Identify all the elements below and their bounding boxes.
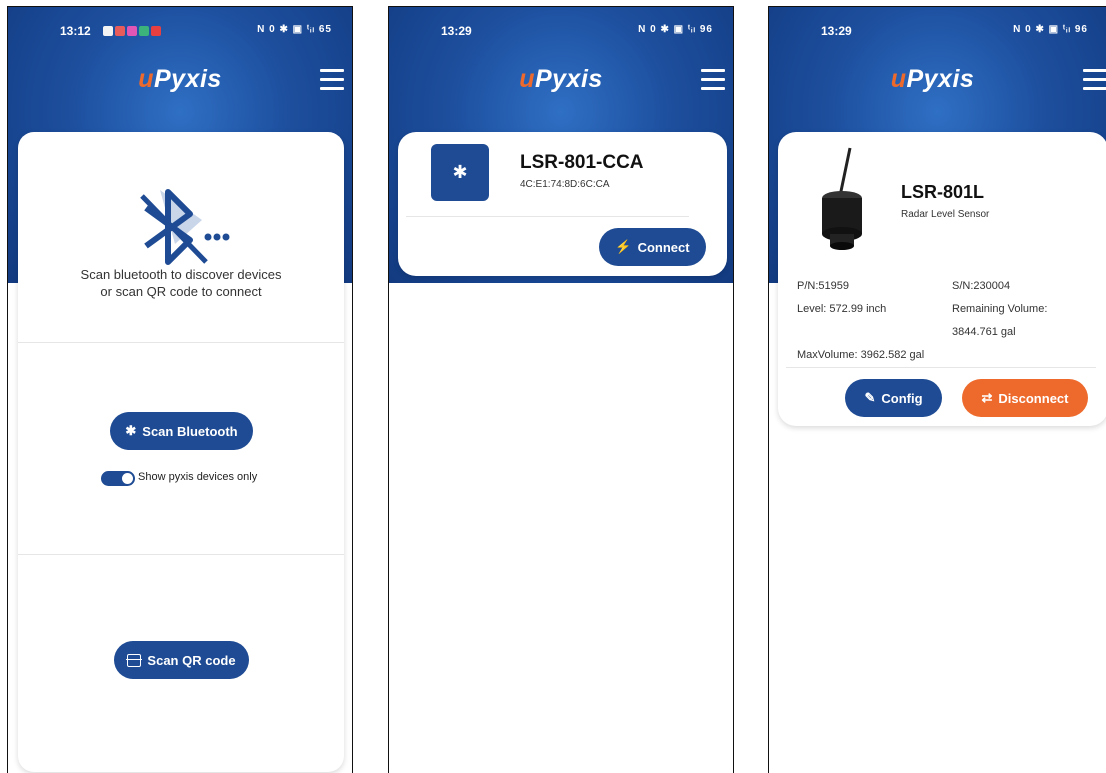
max-volume: MaxVolume: 3962.582 gal	[797, 349, 925, 361]
device-detail-card: LSR-801L Radar Level Sensor P/N:51959 S/…	[778, 132, 1106, 426]
status-time: 13:12	[60, 24, 91, 38]
hamburger-menu-icon[interactable]	[701, 69, 725, 91]
pencil-icon: ✎	[864, 390, 876, 405]
remaining-volume-label: Remaining Volume:	[952, 303, 1048, 315]
app-logo: uPyxis	[138, 65, 222, 93]
notification-icons	[103, 25, 163, 39]
sensor-image	[822, 147, 862, 250]
phone-screen-scan: 13:12 N 0 ✱ ▣ ᵗᵢₗ 65 uPyxis Scan bluetoo…	[7, 6, 353, 773]
status-bar: 13:29 N 0 ✱ ▣ ᵗᵢₗ 96	[769, 24, 1106, 38]
status-icons: N 0 ✱ ▣ ᵗᵢₗ 96	[1013, 24, 1088, 35]
bluetooth-icon: ✱	[125, 423, 137, 438]
divider	[786, 367, 1096, 368]
status-icons: N 0 ✱ ▣ ᵗᵢₗ 65	[257, 24, 332, 35]
hamburger-menu-icon[interactable]	[320, 69, 344, 91]
qr-scan-icon	[126, 653, 143, 667]
phone-screen-device-detail: 13:29 N 0 ✱ ▣ ᵗᵢₗ 96 uPyxis LSR-801L Rad…	[768, 6, 1106, 773]
connect-button[interactable]: ⚡ Connect	[599, 228, 706, 266]
divider	[406, 216, 689, 217]
status-bar: 13:29 N 0 ✱ ▣ ᵗᵢₗ 96	[389, 24, 733, 38]
scan-qr-label: Scan QR code	[147, 652, 236, 668]
device-card[interactable]: ✱ LSR-801-CCA 4C:E1:74:8D:6C:CA ⚡ Connec…	[398, 132, 727, 276]
phone-screen-device-list: 13:29 N 0 ✱ ▣ ᵗᵢₗ 96 uPyxis ✱ LSR-801-CC…	[388, 6, 734, 773]
status-time: 13:29	[441, 24, 472, 38]
status-time: 13:29	[821, 24, 852, 38]
config-button[interactable]: ✎ Config	[845, 379, 942, 417]
plug-icon: ⚡	[615, 239, 632, 254]
toggle-label: Show pyxis devices only	[138, 471, 258, 483]
level-reading: Level: 572.99 inch	[797, 303, 887, 315]
serial-number: S/N:230004	[952, 280, 1011, 292]
status-icons: N 0 ✱ ▣ ᵗᵢₗ 96	[638, 24, 713, 35]
disconnect-button[interactable]: ⇄ Disconnect	[962, 379, 1088, 417]
scan-qr-button[interactable]: Scan QR code	[114, 641, 249, 679]
scan-card: Scan bluetooth to discover devices or sc…	[18, 132, 344, 772]
scan-message-line2: or scan QR code to connect	[100, 284, 262, 299]
remaining-volume-value: 3844.761 gal	[952, 326, 1016, 338]
bluetooth-icon: ✱	[431, 144, 489, 201]
connect-label: Connect	[637, 239, 690, 255]
device-type: Radar Level Sensor	[901, 209, 990, 220]
part-number: P/N:51959	[797, 280, 849, 292]
device-name: LSR-801L	[901, 182, 985, 202]
divider	[18, 342, 344, 343]
hamburger-menu-icon[interactable]	[1083, 69, 1106, 91]
disconnect-label: Disconnect	[998, 390, 1069, 406]
divider	[18, 554, 344, 555]
pyxis-only-toggle[interactable]	[101, 471, 135, 486]
config-label: Config	[881, 390, 923, 406]
scan-bluetooth-label: Scan Bluetooth	[142, 423, 238, 439]
device-name: LSR-801-CCA	[520, 152, 644, 173]
status-bar: 13:12 N 0 ✱ ▣ ᵗᵢₗ 65	[8, 24, 352, 38]
scan-message-line1: Scan bluetooth to discover devices	[80, 267, 282, 282]
disconnect-icon: ⇄	[981, 390, 993, 405]
app-logo: uPyxis	[519, 65, 603, 93]
device-mac: 4C:E1:74:8D:6C:CA	[520, 179, 610, 190]
bluetooth-disabled-icon	[140, 189, 230, 265]
scan-bluetooth-button[interactable]: ✱ Scan Bluetooth	[110, 412, 253, 450]
app-logo: uPyxis	[890, 65, 975, 93]
